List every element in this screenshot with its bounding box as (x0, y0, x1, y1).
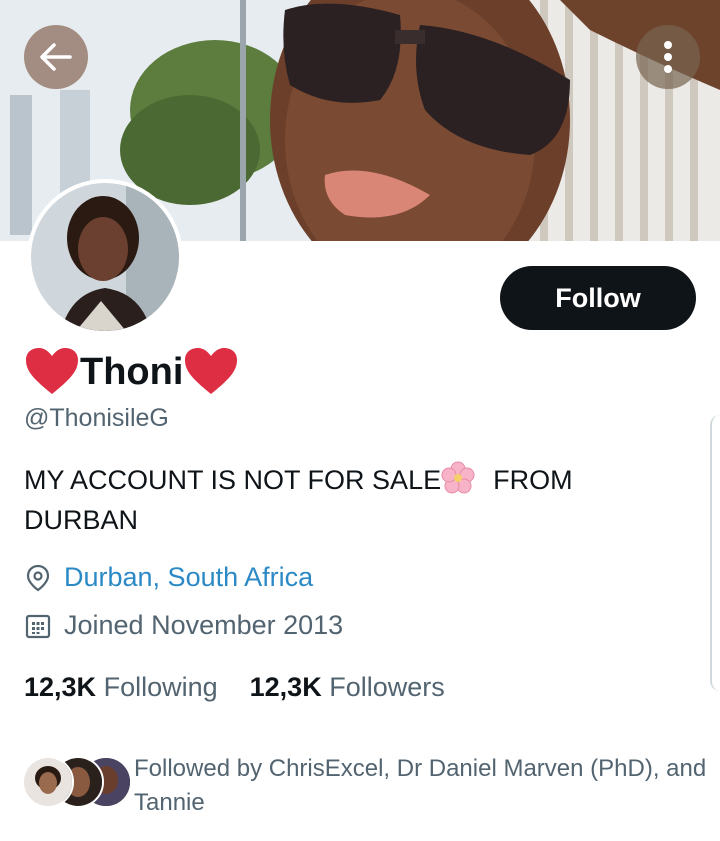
following-link[interactable]: 12,3K Following (24, 672, 218, 703)
following-count: 12,3K (24, 672, 97, 702)
display-name: Thoni (80, 351, 184, 393)
profile-location[interactable]: Durban, South Africa (24, 562, 313, 593)
follow-button[interactable]: Follow (500, 266, 696, 330)
cherry-blossom-emoji-icon (441, 461, 475, 494)
profile-avatar[interactable] (27, 179, 183, 335)
scrollbar-edge[interactable] (710, 415, 720, 691)
followers-label: Followers (329, 672, 445, 702)
joined-text: Joined November 2013 (64, 610, 344, 640)
profile-bio: MY ACCOUNT IS NOT FOR SALE FROM DURBAN (24, 460, 684, 540)
followers-link[interactable]: 12,3K Followers (250, 672, 445, 703)
location-pin-icon (26, 564, 50, 591)
followers-count: 12,3K (249, 672, 322, 702)
following-label: Following (103, 672, 218, 702)
display-name-row: Thoni (24, 346, 239, 398)
bio-text-part1: MY ACCOUNT IS NOT FOR SALE (24, 465, 442, 495)
calendar-icon (25, 614, 51, 638)
more-options-button[interactable] (636, 25, 700, 89)
red-heart-emoji-icon (185, 348, 238, 394)
location-text[interactable]: Durban, South Africa (64, 562, 313, 593)
red-heart-emoji-icon (26, 348, 78, 394)
back-button[interactable] (24, 25, 88, 89)
followed-by-text: Followed by ChrisExcel, Dr Daniel Marven… (134, 755, 707, 816)
avatar-photo (31, 183, 179, 331)
mutual-followers-avatars (22, 752, 132, 808)
profile-stats: 12,3K Following 12,3K Followers (24, 672, 477, 703)
more-vertical-icon (664, 41, 672, 73)
profile-joined-date: Joined November 2013 (24, 610, 343, 641)
profile-handle: @ThonisileG (24, 404, 169, 432)
mutual-avatar-1 (22, 756, 74, 808)
arrow-left-icon (40, 43, 72, 71)
followed-by-section[interactable]: Followed by ChrisExcel, Dr Daniel Marven… (22, 752, 714, 820)
